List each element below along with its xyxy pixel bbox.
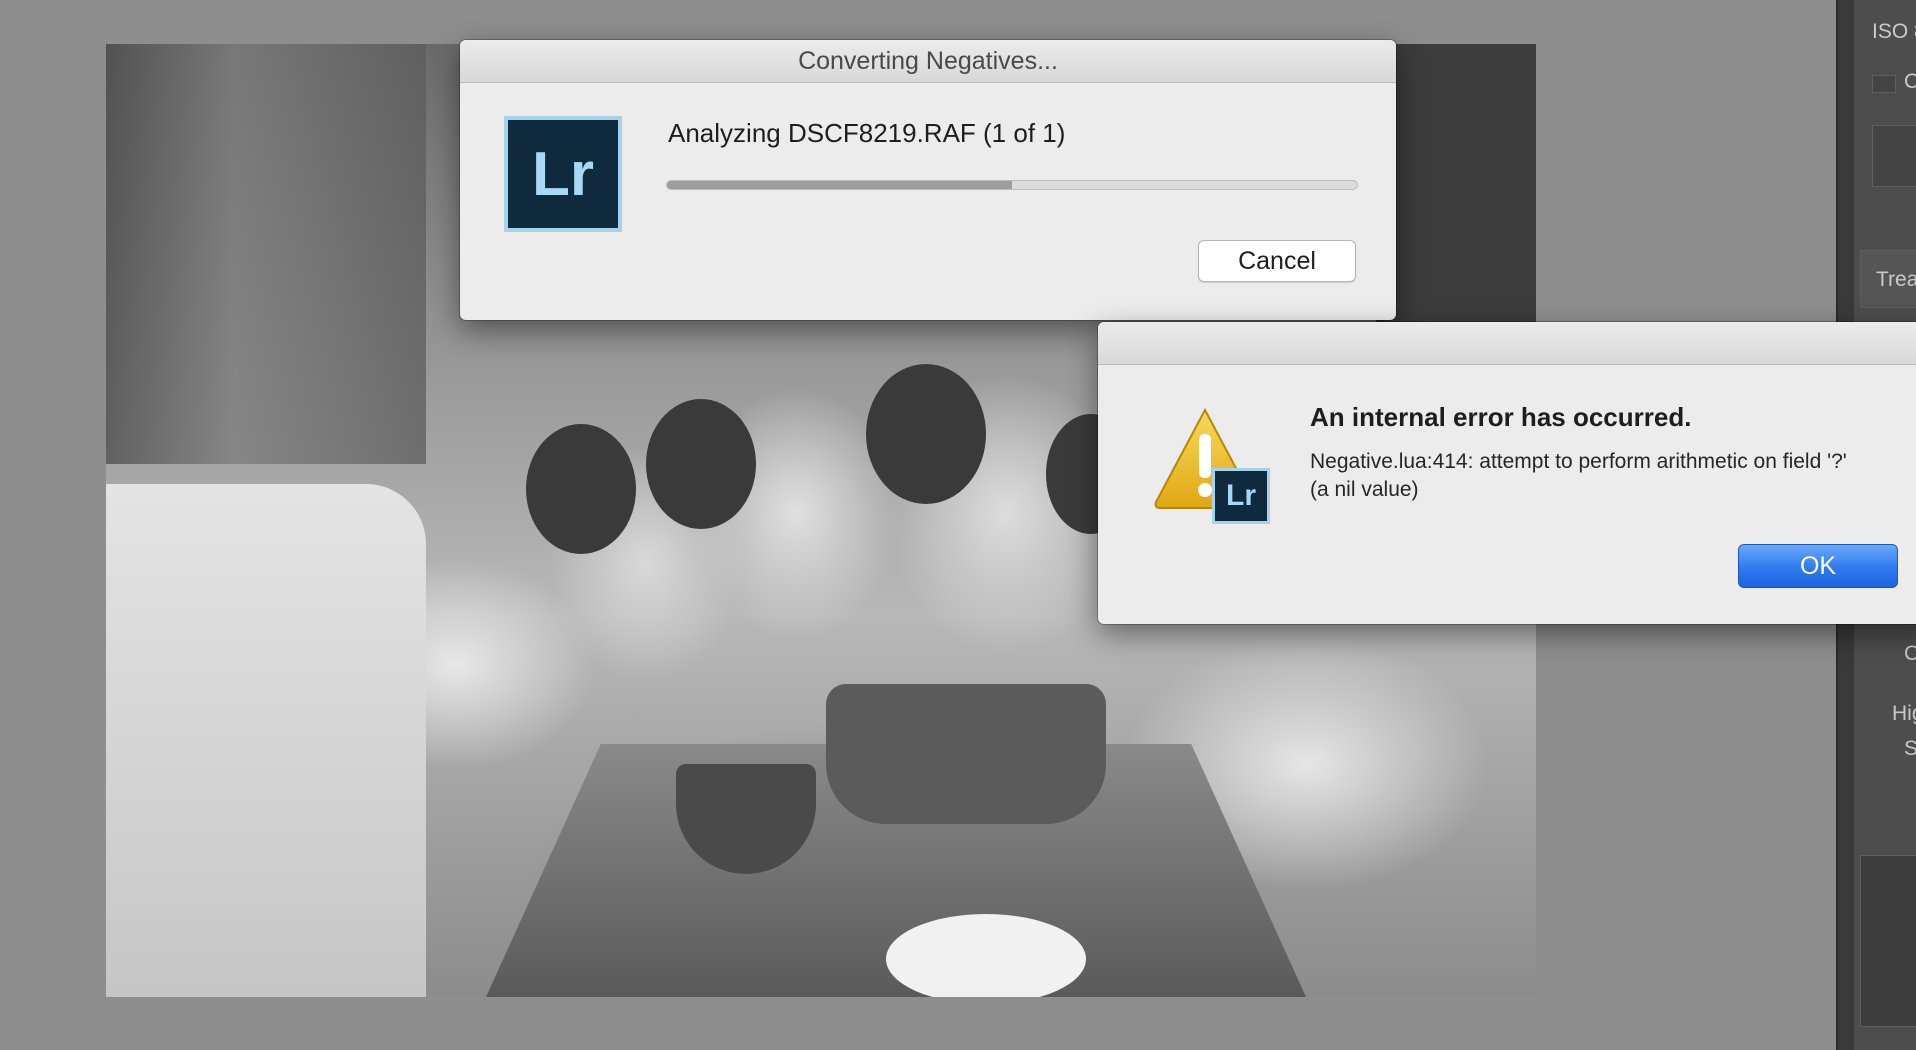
iso-readout: ISO 8 [1872,20,1916,43]
shadows-label: S [1904,737,1916,760]
color-label: C [1904,642,1916,665]
photo-region [1376,44,1536,324]
panel-section [1860,855,1916,1027]
ok-button[interactable]: OK [1738,544,1898,588]
progress-dialog-title: Converting Negatives... [460,40,1396,83]
photo-region [106,484,426,997]
error-dialog-titlebar [1098,322,1916,365]
checkbox-label: C [1904,70,1916,93]
progress-bar [666,180,1358,190]
crop-overlay-tool[interactable] [1872,125,1916,187]
cancel-button[interactable]: Cancel [1198,240,1356,282]
checkbox[interactable] [1872,75,1896,93]
progress-message: Analyzing DSCF8219.RAF (1 of 1) [668,118,1066,148]
photo-region [526,424,636,554]
treatment-label: Trea [1876,268,1916,291]
lightroom-badge-icon: Lr [1212,468,1270,524]
progress-bar-fill [667,181,1012,189]
photo-region [106,44,426,464]
photo-region [826,684,1106,824]
photo-region [866,364,986,504]
progress-dialog: Converting Negatives... Lr Analyzing DSC… [460,40,1396,320]
error-detail: Negative.lua:414: attempt to perform ari… [1310,450,1847,501]
error-alert-dialog: Lr An internal error has occurred. Negat… [1098,322,1916,624]
photo-region [646,399,756,529]
error-heading: An internal error has occurred. [1310,402,1692,432]
lightroom-app-icon: Lr [504,116,622,232]
photo-region [886,914,1086,997]
highlights-label: Hig [1892,702,1916,725]
